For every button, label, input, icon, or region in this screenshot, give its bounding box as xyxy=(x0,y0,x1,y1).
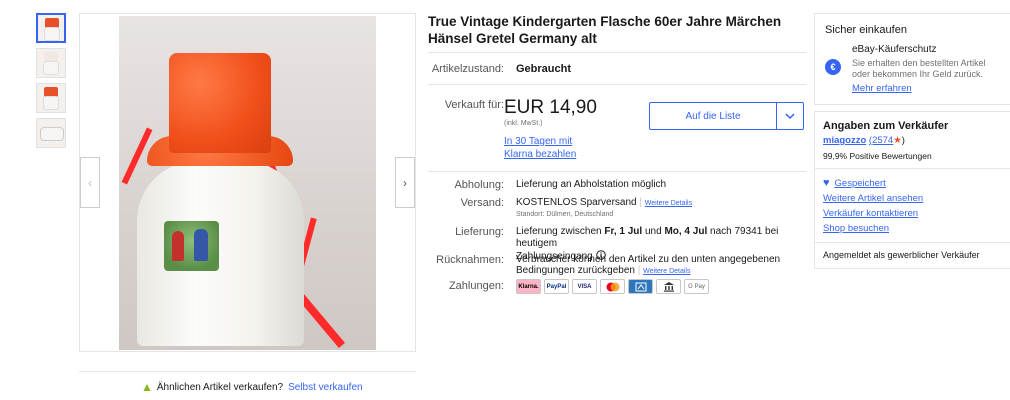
contact-seller-link[interactable]: Verkäufer kontaktieren xyxy=(823,208,918,219)
protection-description: Sie erhalten den bestellten Artikel oder… xyxy=(852,58,986,79)
shipping-value: KOSTENLOS Sparversand | Weitere Details xyxy=(516,197,693,208)
condition-label: Artikelzustand: xyxy=(431,63,504,75)
learn-more-link[interactable]: Mehr erfahren xyxy=(852,83,912,94)
watchlist-dropdown[interactable] xyxy=(777,103,803,129)
item-location: Standort: Dülmen, Deutschland xyxy=(516,211,614,218)
pickup-value: Lieferung an Abholstation möglich xyxy=(516,179,667,190)
payments-label: Zahlungen: xyxy=(448,280,504,292)
seller-name-link[interactable]: miagozzo xyxy=(823,135,866,146)
sell-similar-bar: ▲ Ähnlichen Artikel verkaufen? Selbst ve… xyxy=(79,371,416,394)
thumbnail-strip xyxy=(36,13,68,153)
product-photo[interactable] xyxy=(119,16,376,350)
paypal-icon: PayPal xyxy=(544,279,569,294)
chevron-down-icon xyxy=(785,113,795,119)
amex-icon xyxy=(628,279,653,294)
pickup-label: Abholung: xyxy=(454,179,504,191)
sell-question: Ähnlichen Artikel verkaufen? xyxy=(156,381,284,393)
listing-title: True Vintage Kindergarten Flasche 60er J… xyxy=(428,14,782,46)
seller-info-box: Angaben zum Verkäufer miagozzo (2574★) 9… xyxy=(814,111,1010,269)
shipping-label: Versand: xyxy=(460,197,504,209)
next-image-button[interactable]: › xyxy=(395,157,415,208)
add-to-watchlist-button[interactable]: Auf die Liste xyxy=(649,102,804,130)
visa-icon: VISA xyxy=(572,279,597,294)
thumbnail-2[interactable] xyxy=(36,48,66,78)
seller-type: Angemeldet als gewerblicher Verkäufer xyxy=(823,250,980,260)
leaf-icon: ▲ xyxy=(141,380,153,394)
payment-methods: Klarna. PayPal VISA G Pay xyxy=(516,279,709,294)
buyer-protection-box: Sicher einkaufen € eBay-Käuferschutz Sie… xyxy=(814,13,1010,105)
google-pay-icon: G Pay xyxy=(684,279,709,294)
saved-seller-link[interactable]: Gespeichert xyxy=(835,178,886,189)
sell-yourself-link[interactable]: Selbst verkaufen xyxy=(288,382,363,393)
visit-shop-link[interactable]: Shop besuchen xyxy=(823,223,889,234)
seller-name-row: miagozzo (2574★) xyxy=(823,135,905,146)
condition-value: Gebraucht xyxy=(516,63,572,75)
shipping-details-link[interactable]: Weitere Details xyxy=(645,200,692,207)
star-icon: ★ xyxy=(893,135,902,146)
tax-note: (inkl. MwSt.) xyxy=(504,120,543,127)
watchlist-label[interactable]: Auf die Liste xyxy=(650,103,777,129)
klarna-icon: Klarna. xyxy=(516,279,541,294)
price-amount: EUR 14,90 xyxy=(504,97,597,118)
thumbnail-1[interactable] xyxy=(36,13,66,43)
price-label: Verkauft für: xyxy=(444,99,504,111)
thumbnail-3[interactable] xyxy=(36,83,66,113)
returns-details-link[interactable]: Weitere Details xyxy=(643,268,690,275)
more-items-link[interactable]: Weitere Artikel ansehen xyxy=(823,193,923,204)
thumbnail-4[interactable] xyxy=(36,118,66,148)
saved-seller-row[interactable]: ♥ Gespeichert xyxy=(823,177,886,189)
protection-title: Sicher einkaufen xyxy=(825,24,907,36)
chevron-right-icon: › xyxy=(403,175,407,190)
euro-shield-icon: € xyxy=(825,59,841,75)
main-image-frame: ‹ › xyxy=(79,13,416,352)
positive-feedback: 99,9% Positive Bewertungen xyxy=(823,151,932,161)
bank-transfer-icon xyxy=(656,279,681,294)
prev-image-button[interactable]: ‹ xyxy=(80,157,100,208)
returns-label: Rücknahmen: xyxy=(436,254,504,266)
mastercard-icon xyxy=(600,279,625,294)
chevron-left-icon: ‹ xyxy=(88,175,92,190)
klarna-link[interactable]: In 30 Tagen mit Klarna bezahlen xyxy=(504,135,576,161)
protection-name: eBay-Käuferschutz xyxy=(852,44,937,55)
returns-value: Verbraucher können den Artikel zu den un… xyxy=(516,254,781,276)
heart-icon: ♥ xyxy=(823,177,830,189)
feedback-count-link[interactable]: (2574 xyxy=(869,135,893,146)
seller-title: Angaben zum Verkäufer xyxy=(823,120,949,132)
delivery-label: Lieferung: xyxy=(455,226,504,238)
